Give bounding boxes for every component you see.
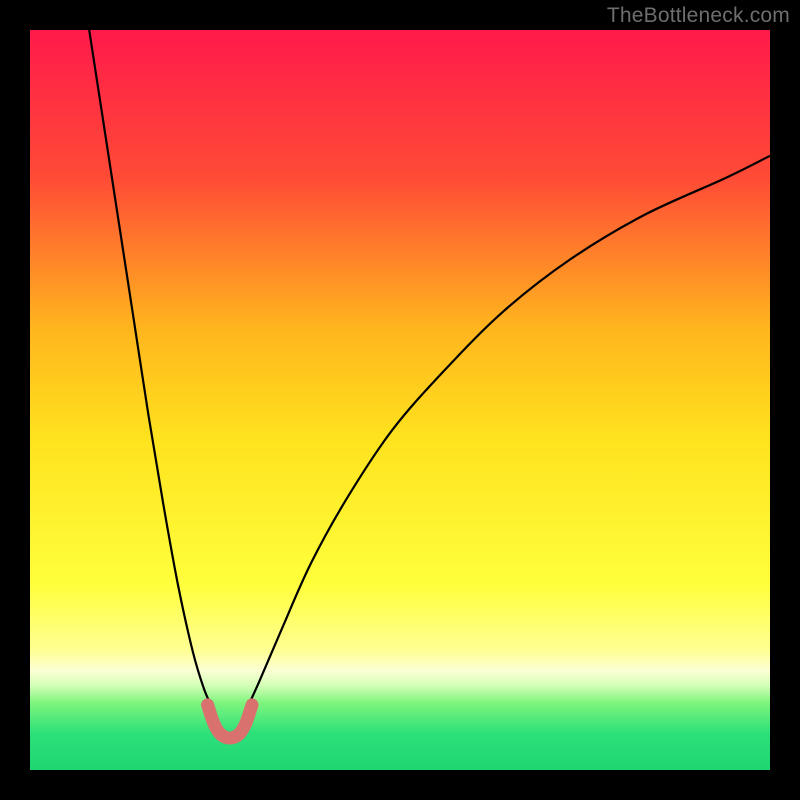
bottleneck-chart xyxy=(30,30,770,770)
gradient-background xyxy=(30,30,770,770)
chart-frame xyxy=(30,30,770,770)
watermark-text: TheBottleneck.com xyxy=(607,4,790,28)
